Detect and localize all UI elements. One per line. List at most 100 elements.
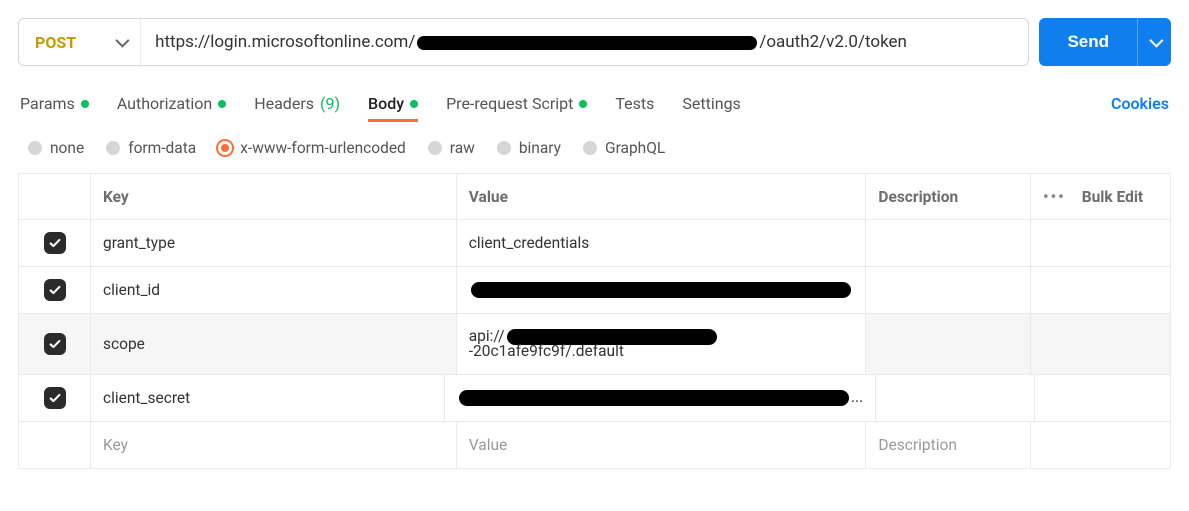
tab-headers-count: (9) xyxy=(320,94,340,113)
table-header-check xyxy=(19,174,91,219)
new-description-cell[interactable]: Description xyxy=(866,422,1031,468)
row-value-cell[interactable] xyxy=(457,267,867,313)
url-suffix: /oauth2/v2.0/token xyxy=(759,32,907,52)
radio-icon xyxy=(218,141,232,155)
radio-label: raw xyxy=(450,139,475,157)
radio-form-data[interactable]: form-data xyxy=(106,139,196,157)
row-description-cell[interactable] xyxy=(866,314,1031,374)
table-header-actions: ••• Bulk Edit xyxy=(1031,174,1170,219)
status-dot-icon xyxy=(410,100,418,108)
chevron-down-icon xyxy=(1149,34,1163,48)
row-description-cell[interactable] xyxy=(866,220,1031,266)
tab-label: Pre-request Script xyxy=(446,94,573,113)
radio-raw[interactable]: raw xyxy=(428,139,475,157)
radio-none[interactable]: none xyxy=(28,139,84,157)
more-icon[interactable]: ••• xyxy=(1043,188,1066,206)
url-text: https://login.microsoftonline.com/ /oauth… xyxy=(155,32,907,52)
tab-label: Settings xyxy=(682,94,740,113)
send-button-group: Send xyxy=(1039,18,1171,66)
radio-label: GraphQL xyxy=(605,139,665,157)
tab-label: Authorization xyxy=(117,94,212,113)
chevron-down-icon xyxy=(115,34,129,48)
tab-params[interactable]: Params xyxy=(20,88,89,119)
tab-body[interactable]: Body xyxy=(368,88,418,122)
row-description-cell[interactable] xyxy=(866,267,1031,313)
body-type-selector: none form-data x-www-form-urlencoded raw… xyxy=(18,137,1171,173)
row-key-cell[interactable]: client_id xyxy=(91,267,457,313)
redacted-segment xyxy=(471,282,851,298)
method-select[interactable]: POST xyxy=(19,19,141,65)
new-key-cell[interactable]: Key xyxy=(91,422,457,468)
row-check-cell xyxy=(19,314,91,374)
url-input[interactable]: https://login.microsoftonline.com/ /oauth… xyxy=(141,19,1028,65)
row-key-cell[interactable]: grant_type xyxy=(91,220,457,266)
send-more-button[interactable] xyxy=(1137,18,1171,66)
table-row: client_id xyxy=(19,267,1170,314)
radio-label: form-data xyxy=(128,139,196,157)
status-dot-icon xyxy=(81,100,89,108)
row-key-cell[interactable]: scope xyxy=(91,314,457,374)
radio-binary[interactable]: binary xyxy=(497,139,561,157)
tab-label: Params xyxy=(20,94,75,113)
request-bar: POST https://login.microsoftonline.com/ /… xyxy=(18,18,1171,66)
new-value-cell[interactable]: Value xyxy=(457,422,867,468)
radio-icon xyxy=(428,141,442,155)
send-button[interactable]: Send xyxy=(1039,18,1137,66)
tab-label: Body xyxy=(368,94,404,113)
tab-tests[interactable]: Tests xyxy=(615,88,654,119)
body-params-table: Key Value Description ••• Bulk Edit gran… xyxy=(18,173,1171,469)
row-check-cell xyxy=(19,422,91,468)
method-label: POST xyxy=(35,33,76,52)
check-icon xyxy=(48,391,62,405)
row-checkbox[interactable] xyxy=(44,279,66,301)
row-actions-cell xyxy=(1031,314,1170,374)
table-row: client_secret ... xyxy=(19,375,1170,422)
tab-label: Headers xyxy=(254,94,314,113)
row-checkbox[interactable] xyxy=(44,232,66,254)
check-icon xyxy=(48,337,62,351)
row-value-cell[interactable]: client_credentials xyxy=(457,220,867,266)
tab-headers[interactable]: Headers (9) xyxy=(254,88,340,119)
check-icon xyxy=(48,236,62,250)
cookies-link[interactable]: Cookies xyxy=(1111,94,1169,113)
row-checkbox[interactable] xyxy=(44,387,66,409)
radio-icon xyxy=(28,141,42,155)
radio-graphql[interactable]: GraphQL xyxy=(583,139,665,157)
redacted-segment xyxy=(417,36,757,50)
tab-pre-request[interactable]: Pre-request Script xyxy=(446,88,587,119)
redacted-segment xyxy=(459,390,849,406)
radio-label: none xyxy=(50,139,84,157)
table-row: grant_type client_credentials xyxy=(19,220,1170,267)
row-check-cell xyxy=(19,375,91,421)
radio-icon xyxy=(583,141,597,155)
row-check-cell xyxy=(19,267,91,313)
row-checkbox[interactable] xyxy=(44,333,66,355)
radio-urlencoded[interactable]: x-www-form-urlencoded xyxy=(218,139,406,157)
tab-authorization[interactable]: Authorization xyxy=(117,88,226,119)
row-actions-cell xyxy=(1031,267,1170,313)
table-row-new[interactable]: Key Value Description xyxy=(19,422,1170,468)
row-actions-cell xyxy=(1031,422,1170,468)
method-url-group: POST https://login.microsoftonline.com/ /… xyxy=(18,18,1029,66)
row-actions-cell xyxy=(1031,220,1170,266)
status-dot-icon xyxy=(218,100,226,108)
row-value-cell[interactable]: api:// -20c1afe9fc9f/.default xyxy=(457,314,867,374)
row-value-cell[interactable]: ... xyxy=(445,375,876,421)
table-header-description: Description xyxy=(866,174,1031,219)
tab-label: Tests xyxy=(615,94,654,113)
radio-icon xyxy=(106,141,120,155)
table-header-value: Value xyxy=(457,174,867,219)
bulk-edit-link[interactable]: Bulk Edit xyxy=(1082,188,1143,206)
url-prefix: https://login.microsoftonline.com/ xyxy=(155,32,415,52)
row-description-cell[interactable] xyxy=(876,375,1035,421)
row-actions-cell xyxy=(1035,375,1170,421)
table-header-key: Key xyxy=(91,174,457,219)
table-header-row: Key Value Description ••• Bulk Edit xyxy=(19,174,1170,220)
tab-settings[interactable]: Settings xyxy=(682,88,740,119)
truncation-ellipsis: ... xyxy=(851,387,863,408)
radio-label: x-www-form-urlencoded xyxy=(240,139,406,157)
radio-label: binary xyxy=(519,139,561,157)
value-suffix: -20c1afe9fc9f/.default xyxy=(469,341,624,362)
row-key-cell[interactable]: client_secret xyxy=(91,375,445,421)
radio-icon xyxy=(497,141,511,155)
